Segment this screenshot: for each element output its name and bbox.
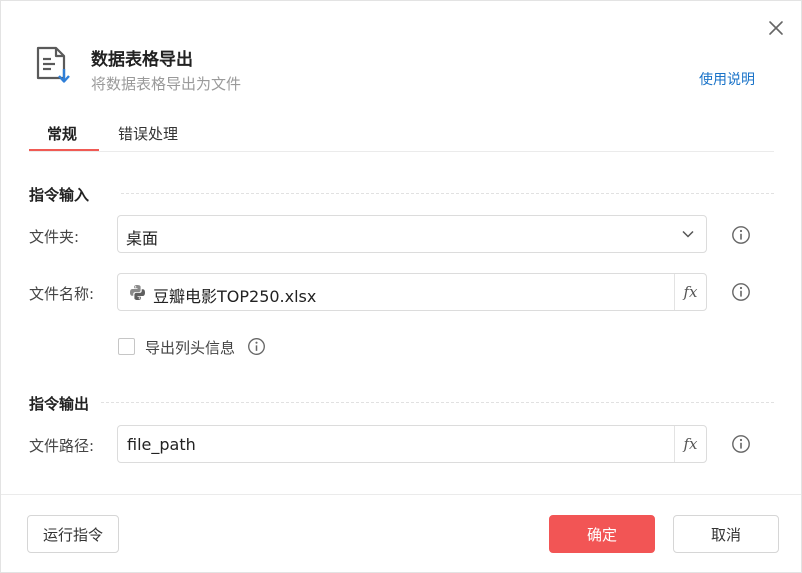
active-tab-indicator — [29, 149, 99, 151]
section-title-output: 指令输出 — [29, 395, 90, 413]
info-icon[interactable] — [731, 225, 751, 245]
chevron-down-icon — [680, 226, 696, 242]
section-divider — [121, 193, 774, 194]
folder-label: 文件夹: — [29, 228, 80, 246]
fx-button[interactable]: fx — [674, 274, 706, 310]
close-icon[interactable] — [765, 17, 787, 39]
tab-error-handling[interactable]: 错误处理 — [118, 123, 178, 144]
filename-label: 文件名称: — [29, 285, 95, 303]
filename-value: 豆瓣电影TOP250.xlsx — [153, 287, 317, 306]
footer-divider — [1, 494, 801, 495]
cancel-button[interactable]: 取消 — [673, 515, 779, 553]
section-title-input: 指令输入 — [29, 186, 90, 204]
info-icon[interactable] — [247, 337, 266, 356]
confirm-button[interactable]: 确定 — [549, 515, 655, 553]
export-header-checkbox[interactable] — [118, 338, 135, 355]
section-divider — [101, 402, 774, 403]
folder-select[interactable]: 桌面 — [117, 215, 707, 253]
filename-input[interactable]: 豆瓣电影TOP250.xlsx fx — [117, 273, 707, 311]
tab-bar: 常规 错误处理 — [29, 119, 774, 152]
file-path-value: file_path — [127, 435, 196, 454]
info-icon[interactable] — [731, 282, 751, 302]
help-link[interactable]: 使用说明 — [699, 69, 755, 89]
export-header-label: 导出列头信息 — [145, 339, 236, 357]
folder-select-value: 桌面 — [126, 229, 159, 248]
file-path-label: 文件路径: — [29, 437, 95, 455]
file-path-input[interactable]: file_path fx — [117, 425, 707, 463]
file-export-icon — [35, 45, 73, 85]
dialog-subtitle: 将数据表格导出为文件 — [91, 75, 242, 93]
export-table-dialog: 数据表格导出 将数据表格导出为文件 使用说明 常规 错误处理 指令输入 文件夹:… — [0, 0, 802, 573]
run-command-button[interactable]: 运行指令 — [27, 515, 119, 553]
dialog-title: 数据表格导出 — [91, 50, 193, 70]
info-icon[interactable] — [731, 434, 751, 454]
tab-general[interactable]: 常规 — [47, 123, 77, 144]
fx-button[interactable]: fx — [674, 426, 706, 462]
python-icon — [129, 284, 146, 301]
